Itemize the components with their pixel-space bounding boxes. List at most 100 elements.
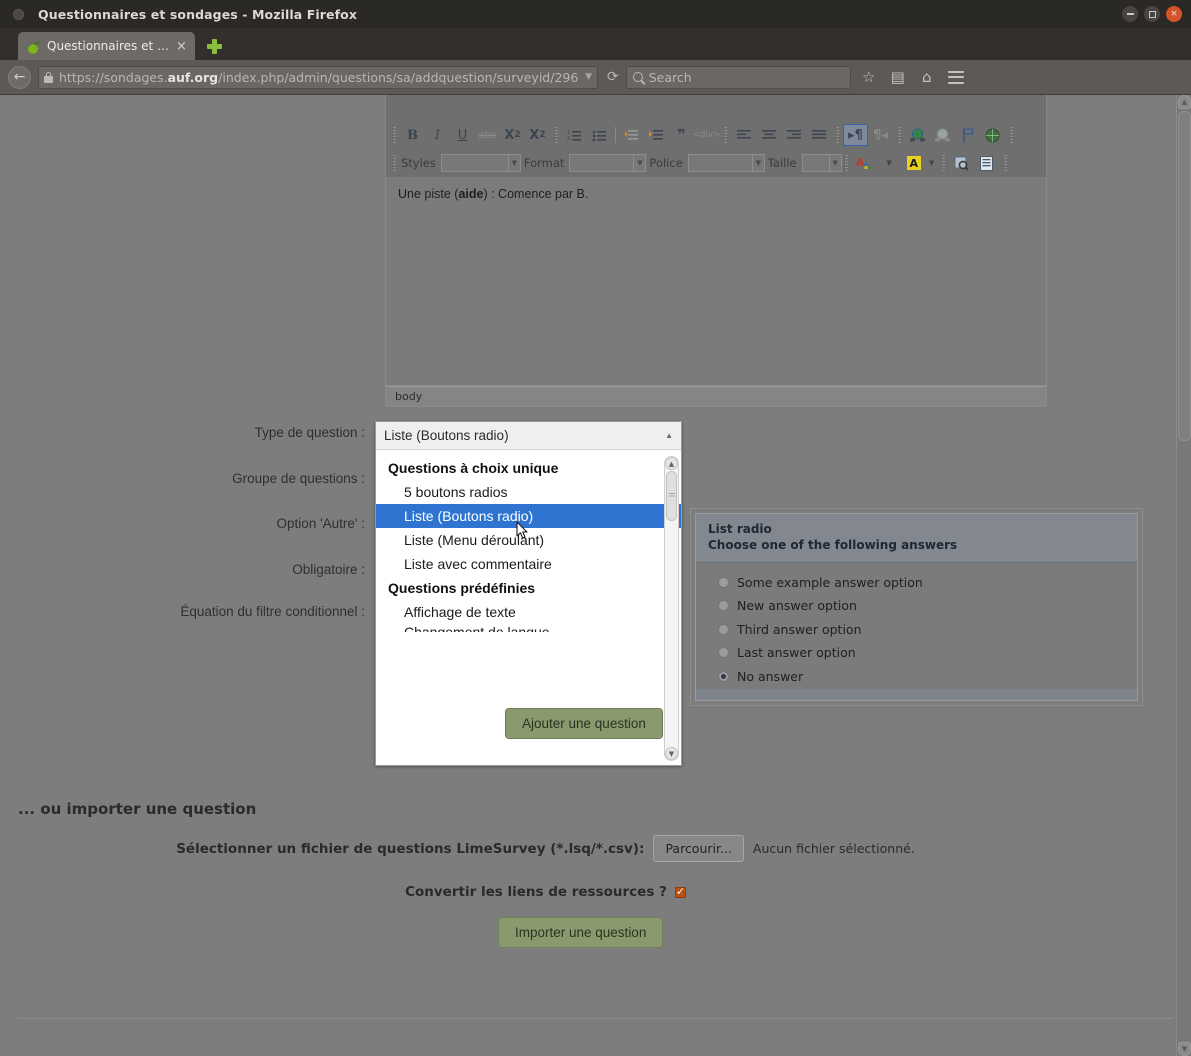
dropdown-item-5-boutons-radios[interactable]: 5 boutons radios — [376, 480, 681, 504]
radio-icon[interactable] — [718, 576, 729, 588]
no-file-selected-text: Aucun fichier sélectionné. — [752, 841, 915, 856]
bold-button[interactable]: B — [400, 124, 425, 146]
search-input[interactable]: Search — [649, 70, 692, 85]
reader-view-icon[interactable]: ▤ — [887, 66, 909, 88]
numbered-list-button[interactable]: 12 — [562, 124, 587, 146]
url-dropdown-icon[interactable]: ▼ — [579, 72, 592, 82]
back-button[interactable]: ← — [8, 65, 31, 89]
editor-text-suffix: ) : Comence par B. — [483, 187, 589, 201]
menu-button[interactable] — [945, 66, 967, 88]
dropdown-scrollbar[interactable]: ▲ ▼ — [664, 456, 679, 761]
url-bar[interactable]: https://sondages.auf.org/index.php/admin… — [38, 65, 598, 89]
page-scroll-thumb[interactable] — [1178, 111, 1191, 441]
tab-close-icon[interactable]: × — [176, 40, 187, 53]
anchor-flag-icon[interactable] — [955, 124, 980, 146]
tab-strip: Questionnaires et s... × — [0, 28, 1191, 60]
scroll-down-icon[interactable]: ▼ — [665, 747, 678, 760]
reload-icon[interactable]: ⟳ — [607, 69, 619, 85]
link-icon[interactable] — [905, 124, 930, 146]
dropdown-item-liste-avec-commentaire[interactable]: Liste avec commentaire — [376, 552, 681, 576]
taille-select[interactable]: ▼ — [801, 154, 842, 172]
dropdown-item-affichage-de-texte[interactable]: Affichage de texte — [376, 600, 681, 624]
editor-content-area[interactable]: Une piste (aide) : Comence par B. — [385, 177, 1047, 386]
preview-option-row[interactable]: No answer — [718, 664, 1137, 688]
radio-icon[interactable] — [718, 647, 729, 659]
preview-option-row[interactable]: Last answer option — [718, 641, 1137, 665]
import-question-button[interactable]: Importer une question — [498, 917, 664, 948]
dropdown-selected-value[interactable]: Liste (Boutons radio) ▲ — [376, 422, 681, 450]
ltr-direction-button[interactable]: ▸¶ — [843, 124, 868, 146]
italic-button[interactable]: I — [425, 124, 450, 146]
dropdown-item-changement-de-langue[interactable]: Changement de langue — [376, 624, 681, 632]
strikethrough-button[interactable]: abc — [475, 124, 500, 146]
add-question-button[interactable]: Ajouter une question — [505, 708, 663, 739]
police-select[interactable]: ▼ — [687, 154, 765, 172]
unlink-icon[interactable] — [930, 124, 955, 146]
bulleted-list-button[interactable] — [587, 124, 612, 146]
align-right-button[interactable] — [781, 124, 806, 146]
image-icon[interactable] — [980, 124, 1005, 146]
question-preview-inner: List radio Choose one of the following a… — [695, 513, 1138, 701]
preview-footer-bar — [696, 689, 1137, 700]
question-form-labels: Type de question : Groupe de questions :… — [0, 425, 372, 619]
styles-select[interactable]: ▼ — [440, 154, 521, 172]
text-color-icon[interactable]: A — [852, 152, 877, 174]
underline-button[interactable]: U — [450, 124, 475, 146]
radio-icon-checked[interactable] — [718, 670, 729, 682]
dropdown-item-liste-boutons-radio[interactable]: Liste (Boutons radio) — [376, 504, 681, 528]
bg-color-icon[interactable]: A — [902, 152, 927, 174]
police-label: Police — [649, 156, 683, 170]
label-option-autre: Option 'Autre' : — [276, 516, 365, 531]
scroll-down-icon[interactable]: ▼ — [1178, 1042, 1191, 1056]
radio-icon[interactable] — [718, 623, 729, 635]
preview-options-list: Some example answer option New answer op… — [696, 563, 1137, 694]
align-left-button[interactable] — [731, 124, 756, 146]
new-tab-button[interactable] — [206, 39, 222, 54]
svg-text:2: 2 — [567, 136, 570, 142]
preview-option-row[interactable]: Third answer option — [718, 617, 1137, 641]
format-label: Format — [523, 156, 565, 170]
close-button[interactable]: × — [1166, 6, 1182, 22]
styles-label: Styles — [401, 156, 436, 170]
toolbar-grip — [554, 127, 558, 143]
chevron-up-icon[interactable]: ▲ — [665, 431, 673, 440]
subscript-button[interactable]: X2 — [500, 124, 525, 146]
radio-icon[interactable] — [718, 600, 729, 612]
bg-color-dropdown-icon[interactable]: ▼ — [927, 152, 937, 174]
preview-option-label: Last answer option — [737, 645, 856, 661]
browse-button[interactable]: Parcourir... — [653, 835, 744, 862]
templates-icon[interactable] — [974, 152, 999, 174]
bookmark-star-icon[interactable]: ☆ — [858, 66, 880, 88]
increase-indent-button[interactable] — [644, 124, 669, 146]
convert-links-checkbox[interactable] — [674, 885, 686, 898]
dropdown-scroll-thumb[interactable] — [666, 471, 677, 521]
home-icon[interactable]: ⌂ — [916, 66, 938, 88]
svg-text:A: A — [856, 156, 865, 169]
preview-magnifier-icon[interactable] — [949, 152, 974, 174]
decrease-indent-button[interactable] — [619, 124, 644, 146]
preview-option-row[interactable]: New answer option — [718, 594, 1137, 618]
scroll-up-icon[interactable]: ▲ — [1178, 95, 1191, 109]
create-div-button[interactable]: <div> — [692, 124, 721, 146]
editor-toolbar-row-2: Styles ▼ Format ▼ Police ▼ Taille ▼ A ▼ … — [385, 149, 1047, 177]
window-titlebar: Questionnaires et sondages - Mozilla Fir… — [0, 0, 1191, 28]
window-menu-icon[interactable] — [13, 8, 24, 20]
format-select[interactable]: ▼ — [569, 154, 647, 172]
preview-option-row[interactable]: Some example answer option — [718, 570, 1137, 594]
browser-tab[interactable]: Questionnaires et s... × — [18, 32, 195, 60]
rtl-direction-button[interactable]: ¶◂ — [868, 124, 893, 146]
url-text: https://sondages.auf.org/index.php/admin… — [59, 69, 579, 85]
page-scrollbar[interactable]: ▲ ▼ — [1176, 95, 1191, 1056]
text-color-dropdown-icon[interactable]: ▼ — [877, 152, 902, 174]
rich-text-editor: B I U abc X2 X2 12 ❞ <div> ▸¶ ¶◂ Styles … — [385, 95, 1047, 407]
blockquote-button[interactable]: ❞ — [669, 124, 694, 146]
justify-button[interactable] — [806, 124, 831, 146]
scroll-up-icon[interactable]: ▲ — [665, 457, 678, 470]
superscript-button[interactable]: X2 — [525, 124, 550, 146]
minimize-button[interactable] — [1122, 6, 1138, 22]
align-center-button[interactable] — [756, 124, 781, 146]
preview-option-label: Third answer option — [737, 621, 862, 637]
dropdown-item-liste-menu-deroulant[interactable]: Liste (Menu déroulant) — [376, 528, 681, 552]
search-bar[interactable]: Search — [625, 65, 851, 89]
maximize-button[interactable] — [1144, 6, 1160, 22]
